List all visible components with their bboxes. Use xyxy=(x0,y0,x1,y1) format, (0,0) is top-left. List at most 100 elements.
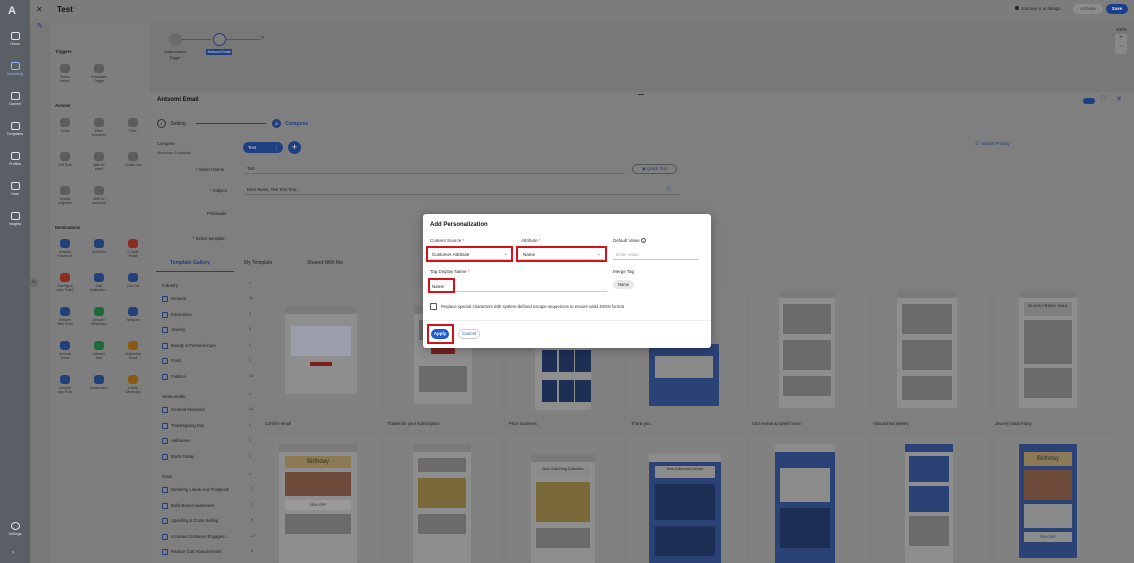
template-card[interactable]: New Gold Ring Collection xyxy=(507,436,623,563)
checkbox[interactable] xyxy=(162,517,168,524)
palette-node-ab-split[interactable]: A/B Split xyxy=(50,152,80,167)
filter-halloween[interactable]: Halloween xyxy=(162,437,191,444)
template-card[interactable] xyxy=(751,436,867,563)
checkbox[interactable] xyxy=(162,548,168,555)
palette-node-update-segment[interactable]: Update segment xyxy=(50,186,80,205)
escape-characters-checkbox[interactable] xyxy=(430,303,437,310)
checkbox[interactable] xyxy=(162,486,168,493)
variant-name-input[interactable]: Test xyxy=(245,164,625,174)
palette-node-action-based[interactable]: Action based xyxy=(50,64,80,83)
filter-general-seasonal[interactable]: General Seasonal xyxy=(162,406,205,413)
palette-node-scheduled[interactable]: Scheduled Trigger xyxy=(84,64,114,83)
palette-node-telegram[interactable]: Telegram xyxy=(118,307,148,322)
nav-settings[interactable]: Settings xyxy=(0,522,30,536)
checkbox[interactable] xyxy=(162,373,168,380)
palette-node-update-info[interactable]: Update info xyxy=(118,152,148,167)
filter-food[interactable]: Food xyxy=(162,357,181,364)
palette-node-onesignal[interactable]: OneSignal (App Push) xyxy=(50,273,80,292)
save-button[interactable]: Save xyxy=(1106,4,1128,14)
tab-shared-with-me[interactable]: Shared With Me xyxy=(307,260,343,266)
palette-node-app-push[interactable]: Antsomi App Push xyxy=(50,375,80,394)
template-card[interactable] xyxy=(751,290,867,414)
tab-my-template[interactable]: My Template xyxy=(244,260,272,266)
palette-node-mailchimp[interactable]: Mailchimp Email xyxy=(118,341,148,360)
checkbox[interactable] xyxy=(162,326,168,333)
checkbox[interactable] xyxy=(162,453,168,460)
palette-node-filter[interactable]: Filter xyxy=(118,118,148,133)
filter-jewelry[interactable]: Jewelry xyxy=(162,326,185,333)
step-setting[interactable]: 1 Setting xyxy=(157,119,186,128)
checkbox[interactable] xyxy=(162,502,168,509)
variant-tab[interactable]: Test ⋮ xyxy=(243,142,283,153)
step-compose[interactable]: 2 Compose xyxy=(272,119,308,128)
checkbox[interactable] xyxy=(162,406,168,413)
variant-priority-link[interactable]: ☰ Variant Priority xyxy=(975,141,1010,147)
template-card[interactable]: BLACK FRIDAY SALE xyxy=(995,290,1111,414)
template-card[interactable] xyxy=(263,290,379,414)
palette-node-wait-response[interactable]: Wait for response xyxy=(84,186,114,205)
filter-general[interactable]: General xyxy=(162,295,186,302)
nav-marketing[interactable]: Marketing xyxy=(0,62,30,76)
palette-node-web-push[interactable]: Antsomi Web Push xyxy=(50,307,80,326)
palette-node-whatsapp[interactable]: Antsomi WhatsApp xyxy=(84,307,114,326)
checkbox[interactable] xyxy=(162,357,168,364)
checkbox[interactable] xyxy=(162,533,168,540)
cancel-button[interactable]: Cancel xyxy=(458,329,480,339)
close-panel-icon[interactable]: ✕ xyxy=(1116,95,1122,103)
palette-node-smart-inbox[interactable]: Smart Inbox xyxy=(84,375,114,390)
template-card[interactable] xyxy=(873,290,989,414)
palette-node-sendgrid[interactable]: SendGrid xyxy=(84,239,114,254)
filter-nurturing[interactable]: Nurturing Leads And Prospects xyxy=(162,486,229,493)
filter-brand-awareness[interactable]: Build Brand Awareness xyxy=(162,502,214,509)
palette-node-antsomi-email[interactable]: Antsomi Email xyxy=(50,341,80,360)
collapse-palette-button[interactable]: « xyxy=(29,278,38,287)
chevron-up-icon[interactable]: ⌃ xyxy=(248,282,252,288)
close-icon[interactable]: ✕ xyxy=(36,5,43,14)
industry-title[interactable]: Industry xyxy=(162,283,178,288)
quick-test-button[interactable]: ◉ Quick Test xyxy=(632,164,677,174)
tab-template-gallery[interactable]: Template Gallery xyxy=(170,260,210,266)
template-card[interactable]: Birthday 25% OFF xyxy=(263,436,379,563)
checkbox[interactable] xyxy=(162,295,168,302)
palette-node-line[interactable]: Antsomi Line xyxy=(84,341,114,360)
journey-title[interactable]: Test xyxy=(57,5,73,14)
palette-node-infobip[interactable]: Infobip Whatsapp xyxy=(118,375,148,394)
filter-black-friday[interactable]: Black Friday xyxy=(162,453,194,460)
template-card[interactable] xyxy=(385,436,501,563)
palette-node-gsuite[interactable]: G Suite Email xyxy=(118,239,148,258)
edit-icon[interactable]: ✎ xyxy=(37,22,43,30)
checkbox[interactable] xyxy=(162,311,168,318)
filter-electronics[interactable]: Electronics xyxy=(162,311,191,318)
nav-data[interactable]: Data xyxy=(0,182,30,196)
chevron-up-icon[interactable]: ⌃ xyxy=(248,393,252,399)
filter-engagement[interactable]: Increase Customer Engagem... xyxy=(162,533,229,540)
palette-node-zalo-oa[interactable]: Zalo OA xyxy=(118,273,148,288)
activate-button[interactable]: Activate xyxy=(1073,4,1103,14)
canvas-email-node[interactable]: Antsomi Email xyxy=(200,33,238,55)
palette-node-antsomi-facebook[interactable]: Antsomi Facebook xyxy=(50,239,80,258)
filter-beauty[interactable]: Beauty & Personal Care xyxy=(162,342,216,349)
template-card[interactable]: New Collection Launch xyxy=(629,436,745,563)
filter-fashion[interactable]: Fashion xyxy=(162,373,186,380)
zoom-controls[interactable]: + − xyxy=(1115,34,1127,54)
subject-input[interactable]: Dear Name, Test Test Test... xyxy=(245,185,680,195)
more-icon[interactable]: ⋮ xyxy=(275,142,280,153)
chevron-up-icon[interactable]: ⌃ xyxy=(248,473,252,479)
nav-profiles[interactable]: Profiles xyxy=(0,152,30,166)
filter-thanksgiving[interactable]: Thanksgiving Day xyxy=(162,422,204,429)
template-card[interactable]: Birthday 75% OFF xyxy=(995,436,1111,560)
app-logo[interactable]: A xyxy=(8,5,16,17)
personalize-icon[interactable]: ⚇ xyxy=(666,186,671,193)
nav-content[interactable]: Content xyxy=(0,92,30,106)
expand-rail-icon[interactable]: › xyxy=(12,550,14,556)
default-value-input[interactable]: Enter value xyxy=(613,249,699,260)
seasonality-title[interactable]: Seasonality xyxy=(162,394,185,399)
template-card[interactable] xyxy=(873,436,989,563)
tag-display-name-input[interactable]: Name xyxy=(429,281,607,292)
goal-title[interactable]: Goal xyxy=(162,474,172,479)
checkbox[interactable] xyxy=(162,342,168,349)
filter-cart-abandonment[interactable]: Reduce Cart Abandonment xyxy=(162,548,222,555)
nav-home[interactable]: Home xyxy=(0,32,30,46)
checkbox[interactable] xyxy=(162,422,168,429)
palette-node-zalo-notification[interactable]: Zalo Notificatio... xyxy=(84,273,114,292)
